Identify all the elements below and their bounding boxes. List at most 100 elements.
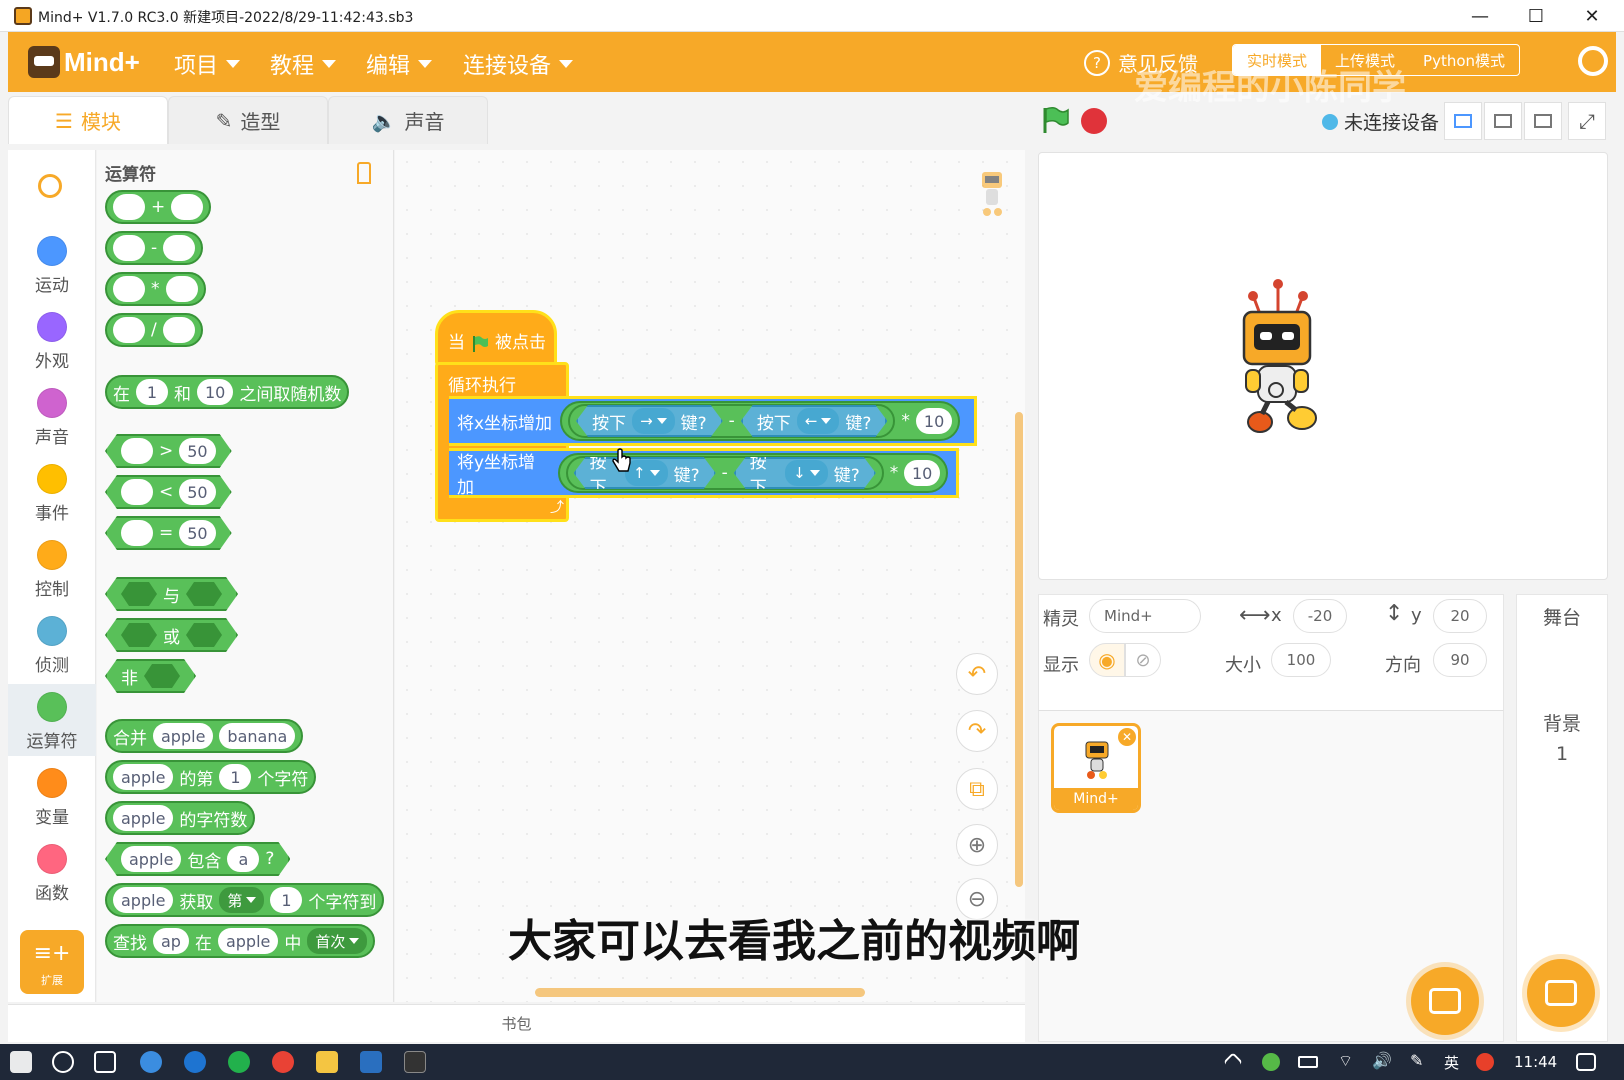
block-subtract[interactable]: - [105, 231, 204, 265]
notification-icon[interactable] [1576, 1053, 1596, 1071]
taskbar-clock[interactable]: 11:44 [1514, 1053, 1557, 1071]
random-from-input[interactable]: 1 [136, 379, 168, 405]
file-explorer-icon[interactable] [316, 1051, 338, 1073]
empty-slot[interactable] [121, 520, 153, 546]
zoom-in-button[interactable]: ⊕ [956, 824, 998, 866]
green-flag-icon[interactable] [1040, 105, 1070, 135]
compare-input[interactable]: 50 [179, 520, 215, 546]
random-to-input[interactable]: 10 [197, 379, 234, 405]
input-method-indicator[interactable]: 英 [1444, 1052, 1459, 1073]
redo-button[interactable]: ↷ [956, 710, 998, 752]
tab-costumes[interactable]: ✎ 造型 [168, 96, 328, 144]
close-button[interactable]: ✕ [1564, 0, 1620, 32]
empty-slot[interactable] [162, 317, 195, 343]
mindplus-taskbar-icon[interactable] [404, 1051, 426, 1073]
letter-input-index[interactable]: 1 [219, 764, 252, 790]
x-input[interactable]: -20 [1293, 599, 1347, 633]
block-substring[interactable]: apple 获取第 1 个字符到 [105, 883, 385, 917]
block-greater-than[interactable]: >50 [105, 434, 232, 468]
backpack-bar[interactable]: 书包 [8, 1004, 1025, 1042]
add-sprite-button[interactable] [1411, 967, 1479, 1035]
size-input[interactable]: 100 [1271, 643, 1331, 677]
empty-slot[interactable] [113, 276, 145, 302]
vertical-scrollbar[interactable] [1015, 412, 1023, 887]
battery-icon[interactable] [1298, 1056, 1318, 1068]
volume-icon[interactable]: 🔊 [1372, 1051, 1394, 1073]
app-window-icon[interactable] [360, 1051, 382, 1073]
add-backdrop-button[interactable] [1527, 959, 1595, 1027]
category-functions[interactable]: 函数 [8, 844, 96, 904]
find-input-a[interactable]: ap [153, 928, 189, 954]
block-and[interactable]: 与 [105, 577, 238, 611]
browser-icon[interactable] [140, 1051, 162, 1073]
python-mode-button[interactable]: Python模式 [1409, 45, 1519, 75]
sprite-name-input[interactable]: Mind+ [1089, 599, 1201, 633]
block-or[interactable]: 或 [105, 618, 238, 652]
when-flag-clicked-block[interactable]: 当 被点击 [435, 310, 557, 366]
large-stage-layout-button[interactable] [1524, 102, 1562, 140]
pen-icon[interactable]: ✎ [1410, 1051, 1432, 1073]
category-control[interactable]: 控制 [8, 540, 96, 600]
show-visible-button[interactable]: ◉ [1089, 643, 1125, 677]
wechat-icon[interactable] [228, 1051, 250, 1073]
sprite-thumbnail[interactable]: ✕ Mind+ [1051, 723, 1141, 813]
menu-connect-device[interactable]: 连接设备 [463, 48, 574, 80]
minimize-button[interactable]: — [1452, 0, 1508, 32]
substring-index-input[interactable]: 1 [270, 887, 303, 913]
cleanup-button[interactable]: ⧉ [956, 768, 998, 810]
empty-slot[interactable] [163, 235, 196, 261]
mindplus-logo[interactable]: Mind+ [28, 42, 146, 82]
join-input-a[interactable]: apple [153, 723, 214, 749]
multiplier-input[interactable]: 10 [915, 408, 953, 434]
category-looks[interactable]: 外观 [8, 312, 96, 372]
key-dropdown[interactable]: ↓ [785, 460, 828, 486]
block-divide[interactable]: / [105, 313, 203, 347]
stage-panel[interactable]: 舞台 背景 1 [1516, 594, 1608, 1042]
block-letter-of[interactable]: apple 的第 1 个字符 [105, 760, 317, 794]
search-icon[interactable] [52, 1051, 74, 1073]
empty-slot[interactable] [165, 276, 198, 302]
code-workspace[interactable]: 当 被点击 循环执行 ⤴ 将x坐标增加 按下 → 键? - 按下 ← 键? * 10 将… [395, 150, 1025, 1002]
contains-input-a[interactable]: apple [121, 846, 181, 872]
undo-button[interactable]: ↶ [956, 653, 998, 695]
empty-slot[interactable] [113, 235, 145, 261]
multiplier-input[interactable]: 10 [904, 460, 940, 486]
key-dropdown[interactable]: ← [797, 408, 840, 434]
pin-icon[interactable] [357, 162, 371, 184]
small-stage-layout-button[interactable] [1444, 102, 1482, 140]
boolean-slot[interactable] [186, 623, 222, 647]
delete-sprite-icon[interactable]: ✕ [1118, 728, 1136, 746]
key-pressed-block[interactable]: 按下 ↓ 键? [734, 457, 876, 489]
search-icon[interactable] [38, 174, 62, 198]
substring-input[interactable]: apple [113, 887, 174, 913]
length-input[interactable]: apple [113, 805, 174, 831]
key-pressed-block[interactable]: 按下 → 键? [576, 405, 723, 437]
boolean-slot[interactable] [121, 582, 157, 606]
extensions-button[interactable]: ≡+ 扩展 [20, 930, 84, 994]
stop-button[interactable] [1081, 108, 1107, 134]
horizontal-scrollbar[interactable] [535, 988, 865, 997]
direction-input[interactable]: 90 [1433, 643, 1487, 677]
maximize-button[interactable]: ☐ [1508, 0, 1564, 32]
find-input-b[interactable]: apple [217, 928, 279, 954]
block-less-than[interactable]: <50 [105, 475, 232, 509]
hide-button[interactable]: ⊘ [1125, 643, 1161, 677]
block-not[interactable]: 非 [105, 659, 196, 693]
category-sound[interactable]: 声音 [8, 388, 96, 448]
find-dropdown[interactable]: 首次 [307, 928, 368, 954]
multiply-operator-block[interactable]: 按下 → 键? - 按下 ← 键? * 10 [560, 401, 961, 441]
tab-blocks[interactable]: ☰ 模块 [8, 96, 168, 144]
key-pressed-block[interactable]: 按下 ← 键? [741, 405, 888, 437]
empty-slot[interactable] [121, 438, 153, 464]
substring-dropdown[interactable]: 第 [219, 887, 265, 913]
boolean-slot[interactable] [121, 623, 157, 647]
task-view-icon[interactable] [94, 1051, 116, 1073]
wifi-icon[interactable]: ⌔ [1338, 1051, 1360, 1073]
compare-input[interactable]: 50 [179, 479, 215, 505]
empty-slot[interactable] [113, 194, 145, 220]
menu-project[interactable]: 项目 [174, 48, 241, 80]
block-add[interactable]: + [105, 190, 212, 224]
join-input-b[interactable]: banana [219, 723, 296, 749]
empty-slot[interactable] [121, 479, 153, 505]
sogou-ime-icon[interactable] [1476, 1053, 1494, 1071]
